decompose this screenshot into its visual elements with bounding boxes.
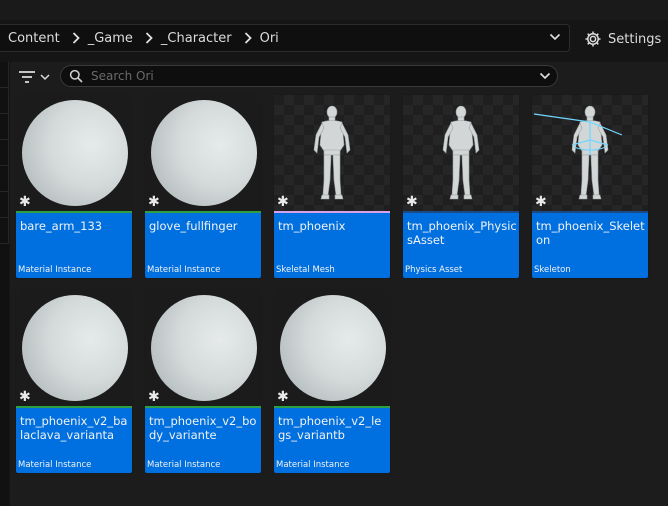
rail-tab[interactable]	[0, 192, 9, 218]
character-mesh-icon	[313, 105, 351, 200]
asset-tile[interactable]: ✱ bare_arm_133 Material Instance	[15, 94, 133, 279]
asset-tile[interactable]: ✱ tm_phoenix_v2_legs_variantb Material Ins…	[273, 289, 391, 474]
unsaved-asterisk-icon: ✱	[406, 194, 418, 210]
asset-tile[interactable]: ✱ tm_phoenix_Skeleton Skeleton	[531, 94, 649, 279]
asset-name: tm_phoenix_Skeleton	[536, 219, 645, 247]
breadcrumb-item-content[interactable]: Content	[0, 31, 60, 46]
rail-tab[interactable]	[0, 88, 9, 114]
rail-tab[interactable]	[0, 140, 9, 166]
filter-icon	[19, 71, 35, 83]
breadcrumb-item-character[interactable]: _Character	[159, 31, 232, 46]
asset-type-label: Material Instance	[276, 460, 350, 470]
filter-button[interactable]	[18, 67, 54, 87]
rail-tab[interactable]	[0, 114, 9, 140]
chevron-down-icon[interactable]	[549, 31, 561, 47]
asset-type-color-bar	[16, 406, 132, 408]
material-sphere-icon	[280, 295, 386, 401]
asset-name: tm_phoenix_v2_body_variante	[149, 414, 257, 442]
asset-tile[interactable]: ✱ tm_phoenix_v2_balaclava_varianta Materia…	[15, 289, 133, 474]
asset-type-label: Physics Asset	[405, 265, 463, 275]
unsaved-asterisk-icon: ✱	[19, 194, 31, 210]
asset-type-color-bar	[16, 211, 132, 213]
chevron-right-icon[interactable]	[133, 32, 159, 44]
asset-type-label: Skeleton	[534, 265, 571, 275]
breadcrumb-item-ori[interactable]: Ori	[258, 31, 279, 46]
asset-thumbnail: ✱	[16, 290, 132, 406]
unsaved-asterisk-icon: ✱	[277, 194, 289, 210]
chevron-down-icon[interactable]	[539, 70, 551, 82]
asset-thumbnail: ✱	[274, 95, 390, 211]
unsaved-asterisk-icon: ✱	[19, 389, 31, 405]
asset-type-color-bar	[274, 406, 390, 408]
character-mesh-icon	[533, 105, 623, 200]
chevron-right-icon[interactable]	[232, 32, 258, 44]
asset-type-label: Skeletal Mesh	[276, 265, 335, 275]
asset-name: tm_phoenix	[278, 219, 346, 233]
asset-thumbnail: ✱	[532, 95, 648, 211]
asset-name: tm_phoenix_v2_legs_variantb	[278, 414, 382, 442]
rail-tab[interactable]	[0, 62, 9, 88]
asset-type-label: Material Instance	[147, 460, 221, 470]
asset-thumbnail: ✱	[274, 290, 390, 406]
asset-name: tm_phoenix_PhysicsAsset	[407, 219, 517, 247]
asset-type-label: Material Instance	[18, 265, 92, 275]
asset-thumbnail: ✱	[145, 95, 261, 211]
gear-icon	[585, 31, 601, 47]
asset-tile[interactable]: ✱ tm_phoenix Skeletal Mesh	[273, 94, 391, 279]
breadcrumb-item-game[interactable]: _Game	[86, 31, 133, 46]
asset-name: bare_arm_133	[20, 219, 103, 233]
chevron-down-icon	[40, 74, 50, 81]
search-box	[60, 65, 558, 87]
asset-tile[interactable]: ✱ glove_fullfinger Material Instance	[144, 94, 262, 279]
asset-type-label: Material Instance	[147, 265, 221, 275]
asset-type-color-bar	[403, 211, 519, 213]
rail-tab[interactable]	[0, 166, 9, 192]
material-sphere-icon	[22, 100, 128, 206]
asset-grid-panel: ✱ bare_arm_133 Material Instance ✱ glove_ful…	[10, 62, 668, 506]
asset-type-label: Material Instance	[18, 460, 92, 470]
left-rail	[0, 62, 9, 506]
asset-type-color-bar	[532, 211, 648, 213]
asset-tile[interactable]: ✱ tm_phoenix_PhysicsAsset Physics Asset	[402, 94, 520, 279]
asset-thumbnail: ✱	[403, 95, 519, 211]
unsaved-asterisk-icon: ✱	[148, 389, 160, 405]
material-sphere-icon	[22, 295, 128, 401]
search-icon	[69, 69, 83, 83]
unsaved-asterisk-icon: ✱	[535, 194, 547, 210]
asset-thumbnail: ✱	[16, 95, 132, 211]
asset-name: glove_fullfinger	[149, 219, 238, 233]
settings-label: Settings	[608, 31, 662, 47]
asset-thumbnail: ✱	[145, 290, 261, 406]
material-sphere-icon	[151, 295, 257, 401]
asset-tile[interactable]: ✱ tm_phoenix_v2_body_variante Material Ins…	[144, 289, 262, 474]
top-strip	[0, 0, 668, 20]
search-input[interactable]	[89, 68, 533, 84]
unsaved-asterisk-icon: ✱	[148, 194, 160, 210]
breadcrumb: Content _Game _Character Ori	[0, 24, 570, 52]
asset-type-color-bar	[145, 406, 261, 408]
settings-button[interactable]: Settings	[584, 29, 661, 49]
asset-name: tm_phoenix_v2_balaclava_varianta	[20, 414, 128, 442]
unsaved-asterisk-icon: ✱	[277, 389, 289, 405]
rail-tab[interactable]	[0, 218, 9, 244]
asset-type-color-bar	[145, 211, 261, 213]
chevron-right-icon[interactable]	[60, 32, 86, 44]
material-sphere-icon	[151, 100, 257, 206]
character-mesh-icon	[442, 105, 480, 200]
asset-type-color-bar	[274, 211, 390, 213]
